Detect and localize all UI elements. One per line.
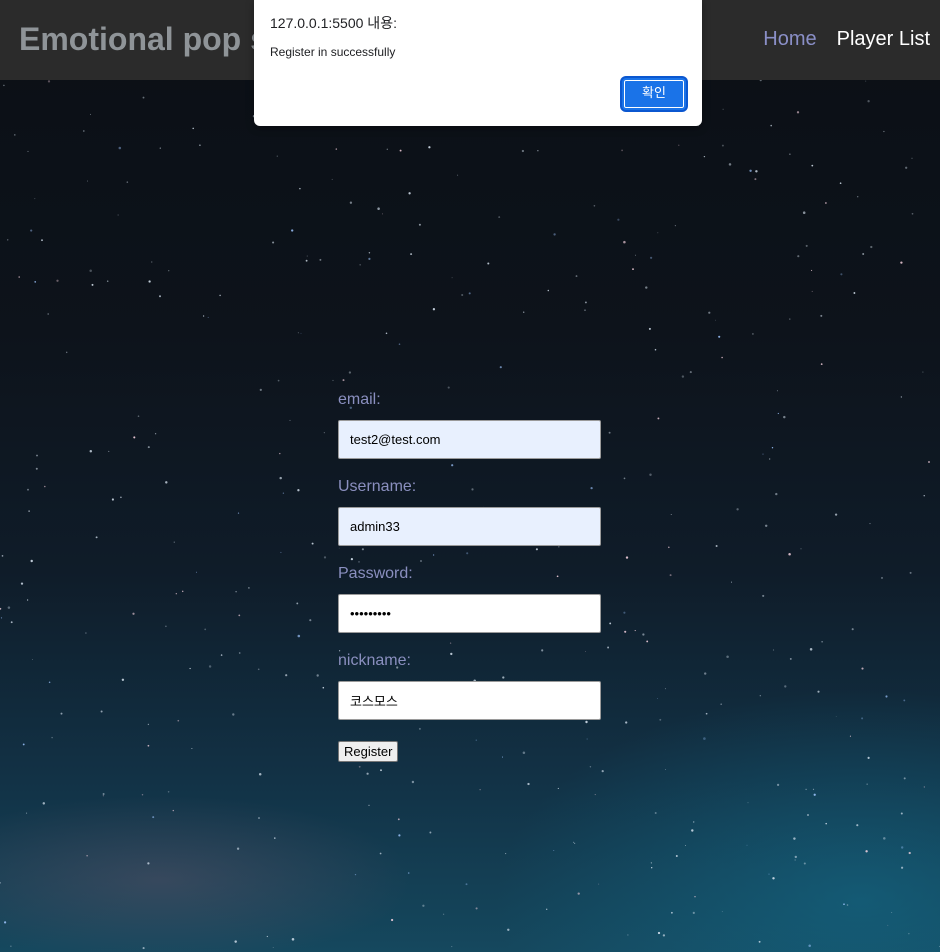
nickname-field[interactable] [338,681,601,720]
nav-link-player-list[interactable]: Player List [837,26,930,52]
nav-links: Home Player List [763,26,930,52]
alert-dialog: 127.0.0.1:5500 내용: Register in successfu… [254,0,702,126]
email-label: email: [338,391,381,408]
brand-title[interactable]: Emotional pop s [19,19,268,59]
dialog-ok-button[interactable]: 확인 [622,78,686,110]
username-field[interactable] [338,507,601,546]
email-field[interactable] [338,420,601,459]
password-label: Password: [338,565,413,582]
register-button[interactable]: Register [338,741,399,762]
nav-link-home[interactable]: Home [763,26,816,52]
dialog-title: 127.0.0.1:5500 내용: [270,15,397,31]
password-field[interactable] [338,594,601,633]
nickname-label: nickname: [338,652,411,669]
page: Emotional pop s Home Player List email: … [0,0,940,952]
username-label: Username: [338,478,417,495]
dialog-message: Register in successfully [270,45,396,59]
register-form: email: Username: Password: nickname: Reg… [338,390,601,762]
